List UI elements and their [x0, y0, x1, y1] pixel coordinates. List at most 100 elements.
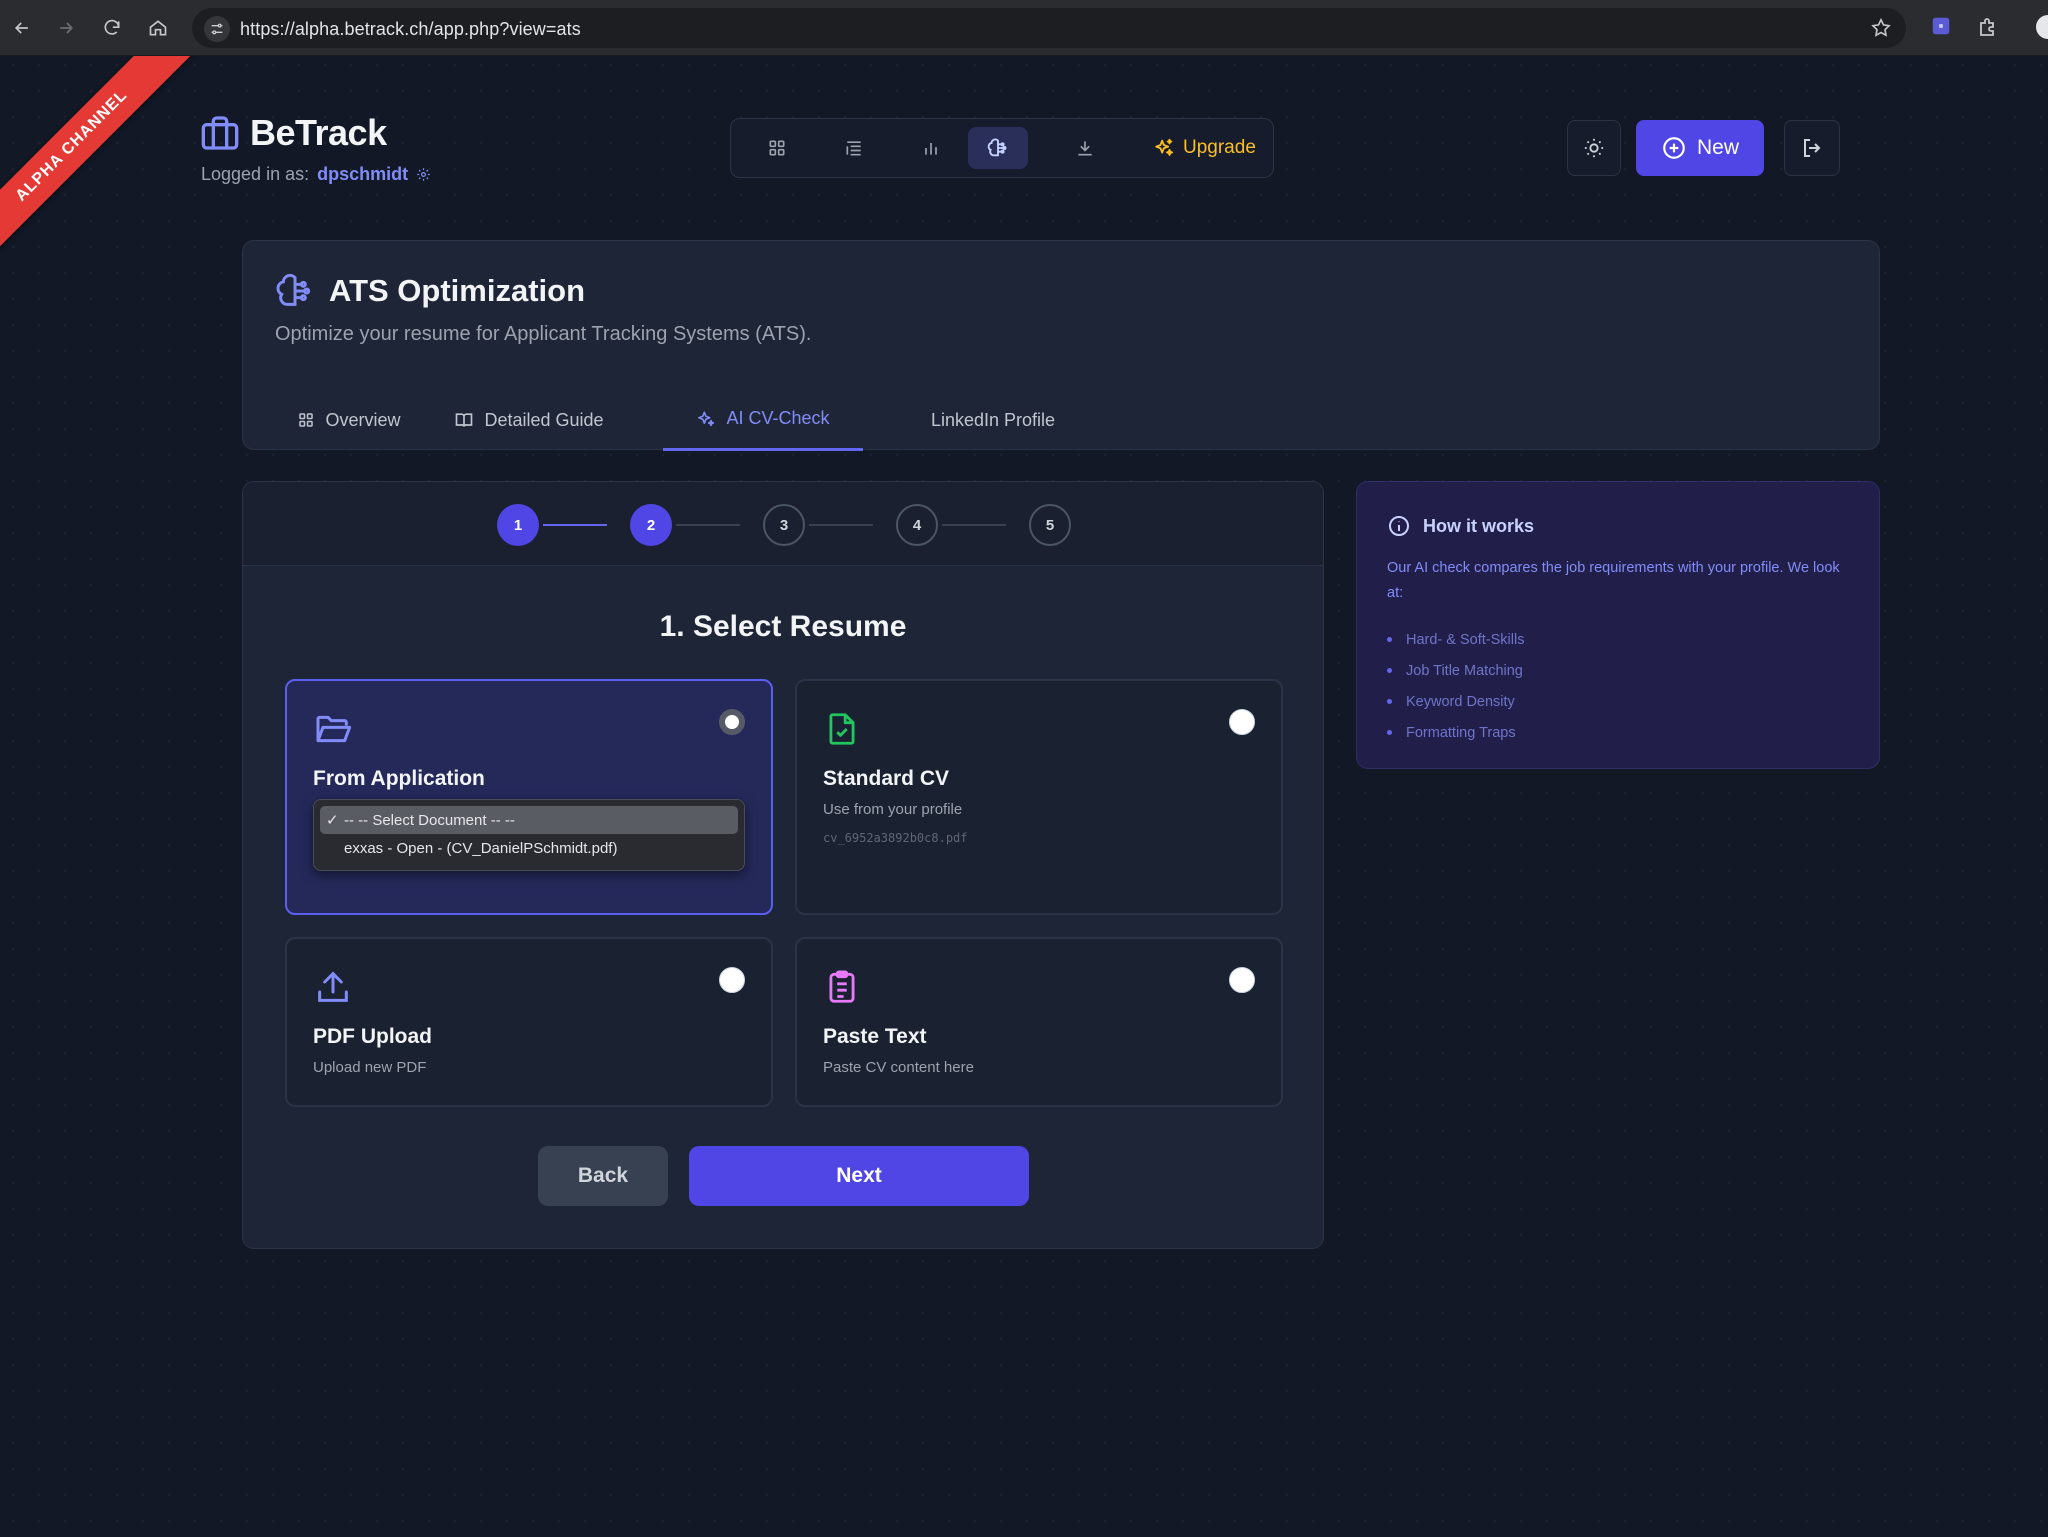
- step-5: 5: [1029, 504, 1071, 546]
- page-header-card: ATS Optimization Optimize your resume fo…: [242, 240, 1880, 451]
- upload-icon: [313, 967, 353, 1007]
- standard-cv-radio[interactable]: [1229, 709, 1255, 735]
- step-3: 3: [763, 504, 805, 546]
- new-button[interactable]: New: [1636, 120, 1764, 176]
- site-settings-icon[interactable]: [204, 16, 230, 42]
- from-application-radio[interactable]: [719, 709, 745, 735]
- how-it-works-text: Our AI check compares the job requiremen…: [1387, 560, 1840, 601]
- tab-detailed-guide[interactable]: Detailed Guide: [439, 389, 619, 451]
- checkmark-icon: ✓: [326, 812, 339, 829]
- paste-text-radio[interactable]: [1229, 967, 1255, 993]
- tab-linkedin-profile[interactable]: LinkedIn Profile: [903, 389, 1083, 451]
- upgrade-button[interactable]: Upgrade: [1141, 127, 1268, 169]
- url-text[interactable]: https://alpha.betrack.ch/app.php?view=at…: [240, 19, 581, 40]
- nav-download-icon[interactable]: [1055, 127, 1115, 169]
- list-item: Formatting Traps: [1387, 717, 1524, 748]
- book-icon: [454, 410, 474, 430]
- forward-arrow-icon[interactable]: [52, 14, 80, 42]
- main-navigation: Upgrade: [730, 118, 1274, 178]
- nav-stats-chart-icon[interactable]: [901, 127, 961, 169]
- brain-icon: [275, 271, 315, 311]
- cv-check-wizard: 1 2 3 4 5 1. Select Resume From Applicat…: [242, 481, 1324, 1249]
- alpha-ribbon-container: ALPHA CHANNEL: [0, 56, 230, 286]
- nav-dashboard-grid-icon[interactable]: [747, 127, 807, 169]
- user-settings-gear-icon[interactable]: [416, 167, 431, 182]
- step-connector-1: [543, 524, 607, 526]
- new-button-label: New: [1696, 136, 1739, 159]
- dropdown-option-label: -- -- Select Document -- --: [344, 811, 515, 829]
- step-indicator: 1 2 3 4 5: [243, 482, 1323, 566]
- step-2: 2: [630, 504, 672, 546]
- home-icon[interactable]: [144, 14, 172, 42]
- extension-icon[interactable]: [1930, 15, 1952, 37]
- info-icon: [1387, 514, 1411, 538]
- clipboard-list-icon: [823, 967, 861, 1007]
- dropdown-option-select-document[interactable]: ✓ -- -- Select Document -- --: [320, 806, 738, 834]
- alpha-channel-ribbon: ALPHA CHANNEL: [0, 56, 193, 267]
- profile-avatar-icon[interactable]: [2036, 15, 2048, 39]
- upgrade-label: Upgrade: [1183, 137, 1256, 158]
- step-connector-2: [676, 524, 740, 526]
- bookmark-star-icon[interactable]: [1870, 17, 1892, 39]
- paste-text-title: Paste Text: [823, 1025, 927, 1048]
- page-subtitle: Optimize your resume for Applicant Track…: [275, 323, 812, 345]
- tab-linkedin-profile-label: LinkedIn Profile: [930, 409, 1056, 430]
- page-title: ATS Optimization: [329, 273, 586, 308]
- logout-icon: [1800, 136, 1824, 160]
- how-it-works-card: How it works Our AI check compares the j…: [1356, 481, 1880, 769]
- tab-overview[interactable]: Overview: [279, 389, 419, 451]
- paste-text-description: Paste CV content here: [823, 1059, 974, 1076]
- file-check-icon: [823, 709, 861, 749]
- tab-ai-cv-check-label: AI CV-Check: [726, 408, 830, 428]
- logout-button[interactable]: [1784, 120, 1840, 176]
- logged-in-info: Logged in as: dpschmidt: [201, 164, 431, 185]
- back-button[interactable]: Back: [538, 1146, 668, 1206]
- page-title-row: ATS Optimization: [275, 271, 585, 311]
- how-it-works-heading: How it works: [1387, 514, 1534, 538]
- standard-cv-filename: cv_6952a3892b0c8.pdf: [823, 831, 968, 845]
- sparkles-icon: [696, 409, 716, 429]
- puzzle-extensions-icon[interactable]: [1976, 15, 2000, 39]
- tab-overview-label: Overview: [325, 409, 401, 430]
- list-item-label: Keyword Density: [1406, 693, 1515, 710]
- tab-ai-cv-check[interactable]: AI CV-Check: [663, 389, 863, 451]
- option-pdf-upload[interactable]: PDF Upload Upload new PDF: [285, 937, 773, 1107]
- bullet-dot: [1387, 668, 1392, 673]
- next-button[interactable]: Next: [689, 1146, 1029, 1206]
- theme-toggle-button[interactable]: [1567, 120, 1621, 176]
- username-link[interactable]: dpschmidt: [317, 164, 408, 185]
- bullet-dot: [1387, 637, 1392, 642]
- pdf-upload-title: PDF Upload: [313, 1025, 432, 1048]
- logged-in-label: Logged in as:: [201, 164, 310, 184]
- back-arrow-icon[interactable]: [8, 14, 36, 42]
- nav-list-icon[interactable]: [824, 127, 884, 169]
- pdf-upload-description: Upload new PDF: [313, 1059, 427, 1076]
- step-1: 1: [497, 504, 539, 546]
- standard-cv-title: Standard CV: [823, 767, 950, 790]
- brand[interactable]: BeTrack: [200, 112, 387, 154]
- reload-icon[interactable]: [98, 14, 126, 42]
- nav-ats-brain-icon[interactable]: [968, 127, 1028, 169]
- brand-title: BeTrack: [250, 112, 387, 153]
- pdf-upload-radio[interactable]: [719, 967, 745, 993]
- step-connector-4: [942, 524, 1006, 526]
- address-bar[interactable]: https://alpha.betrack.ch/app.php?view=at…: [192, 8, 1906, 48]
- list-item: Job Title Matching: [1387, 655, 1524, 686]
- sun-icon: [1583, 137, 1605, 159]
- bullet-dot: [1387, 699, 1392, 704]
- wizard-step-title: 1. Select Resume: [659, 610, 907, 643]
- list-item: Hard- & Soft-Skills: [1387, 624, 1524, 655]
- option-paste-text[interactable]: Paste Text Paste CV content here: [795, 937, 1283, 1107]
- step-connector-3: [809, 524, 873, 526]
- option-standard-cv[interactable]: Standard CV Use from your profile cv_695…: [795, 679, 1283, 915]
- briefcase-icon: [200, 113, 240, 153]
- from-application-title: From Application: [313, 767, 485, 790]
- plus-circle-icon: [1661, 135, 1687, 161]
- document-select-dropdown[interactable]: ✓ -- -- Select Document -- -- exxas - Op…: [313, 799, 745, 871]
- standard-cv-description: Use from your profile: [823, 801, 963, 818]
- dropdown-option-cv-document[interactable]: exxas - Open - (CV_DanielPSchmidt.pdf): [320, 834, 738, 862]
- grid-icon: [297, 411, 315, 429]
- how-it-works-list: Hard- & Soft-Skills Job Title Matching K…: [1387, 624, 1524, 748]
- option-from-application[interactable]: From Application ✓ -- -- Select Document…: [285, 679, 773, 915]
- tab-detailed-guide-label: Detailed Guide: [484, 409, 604, 430]
